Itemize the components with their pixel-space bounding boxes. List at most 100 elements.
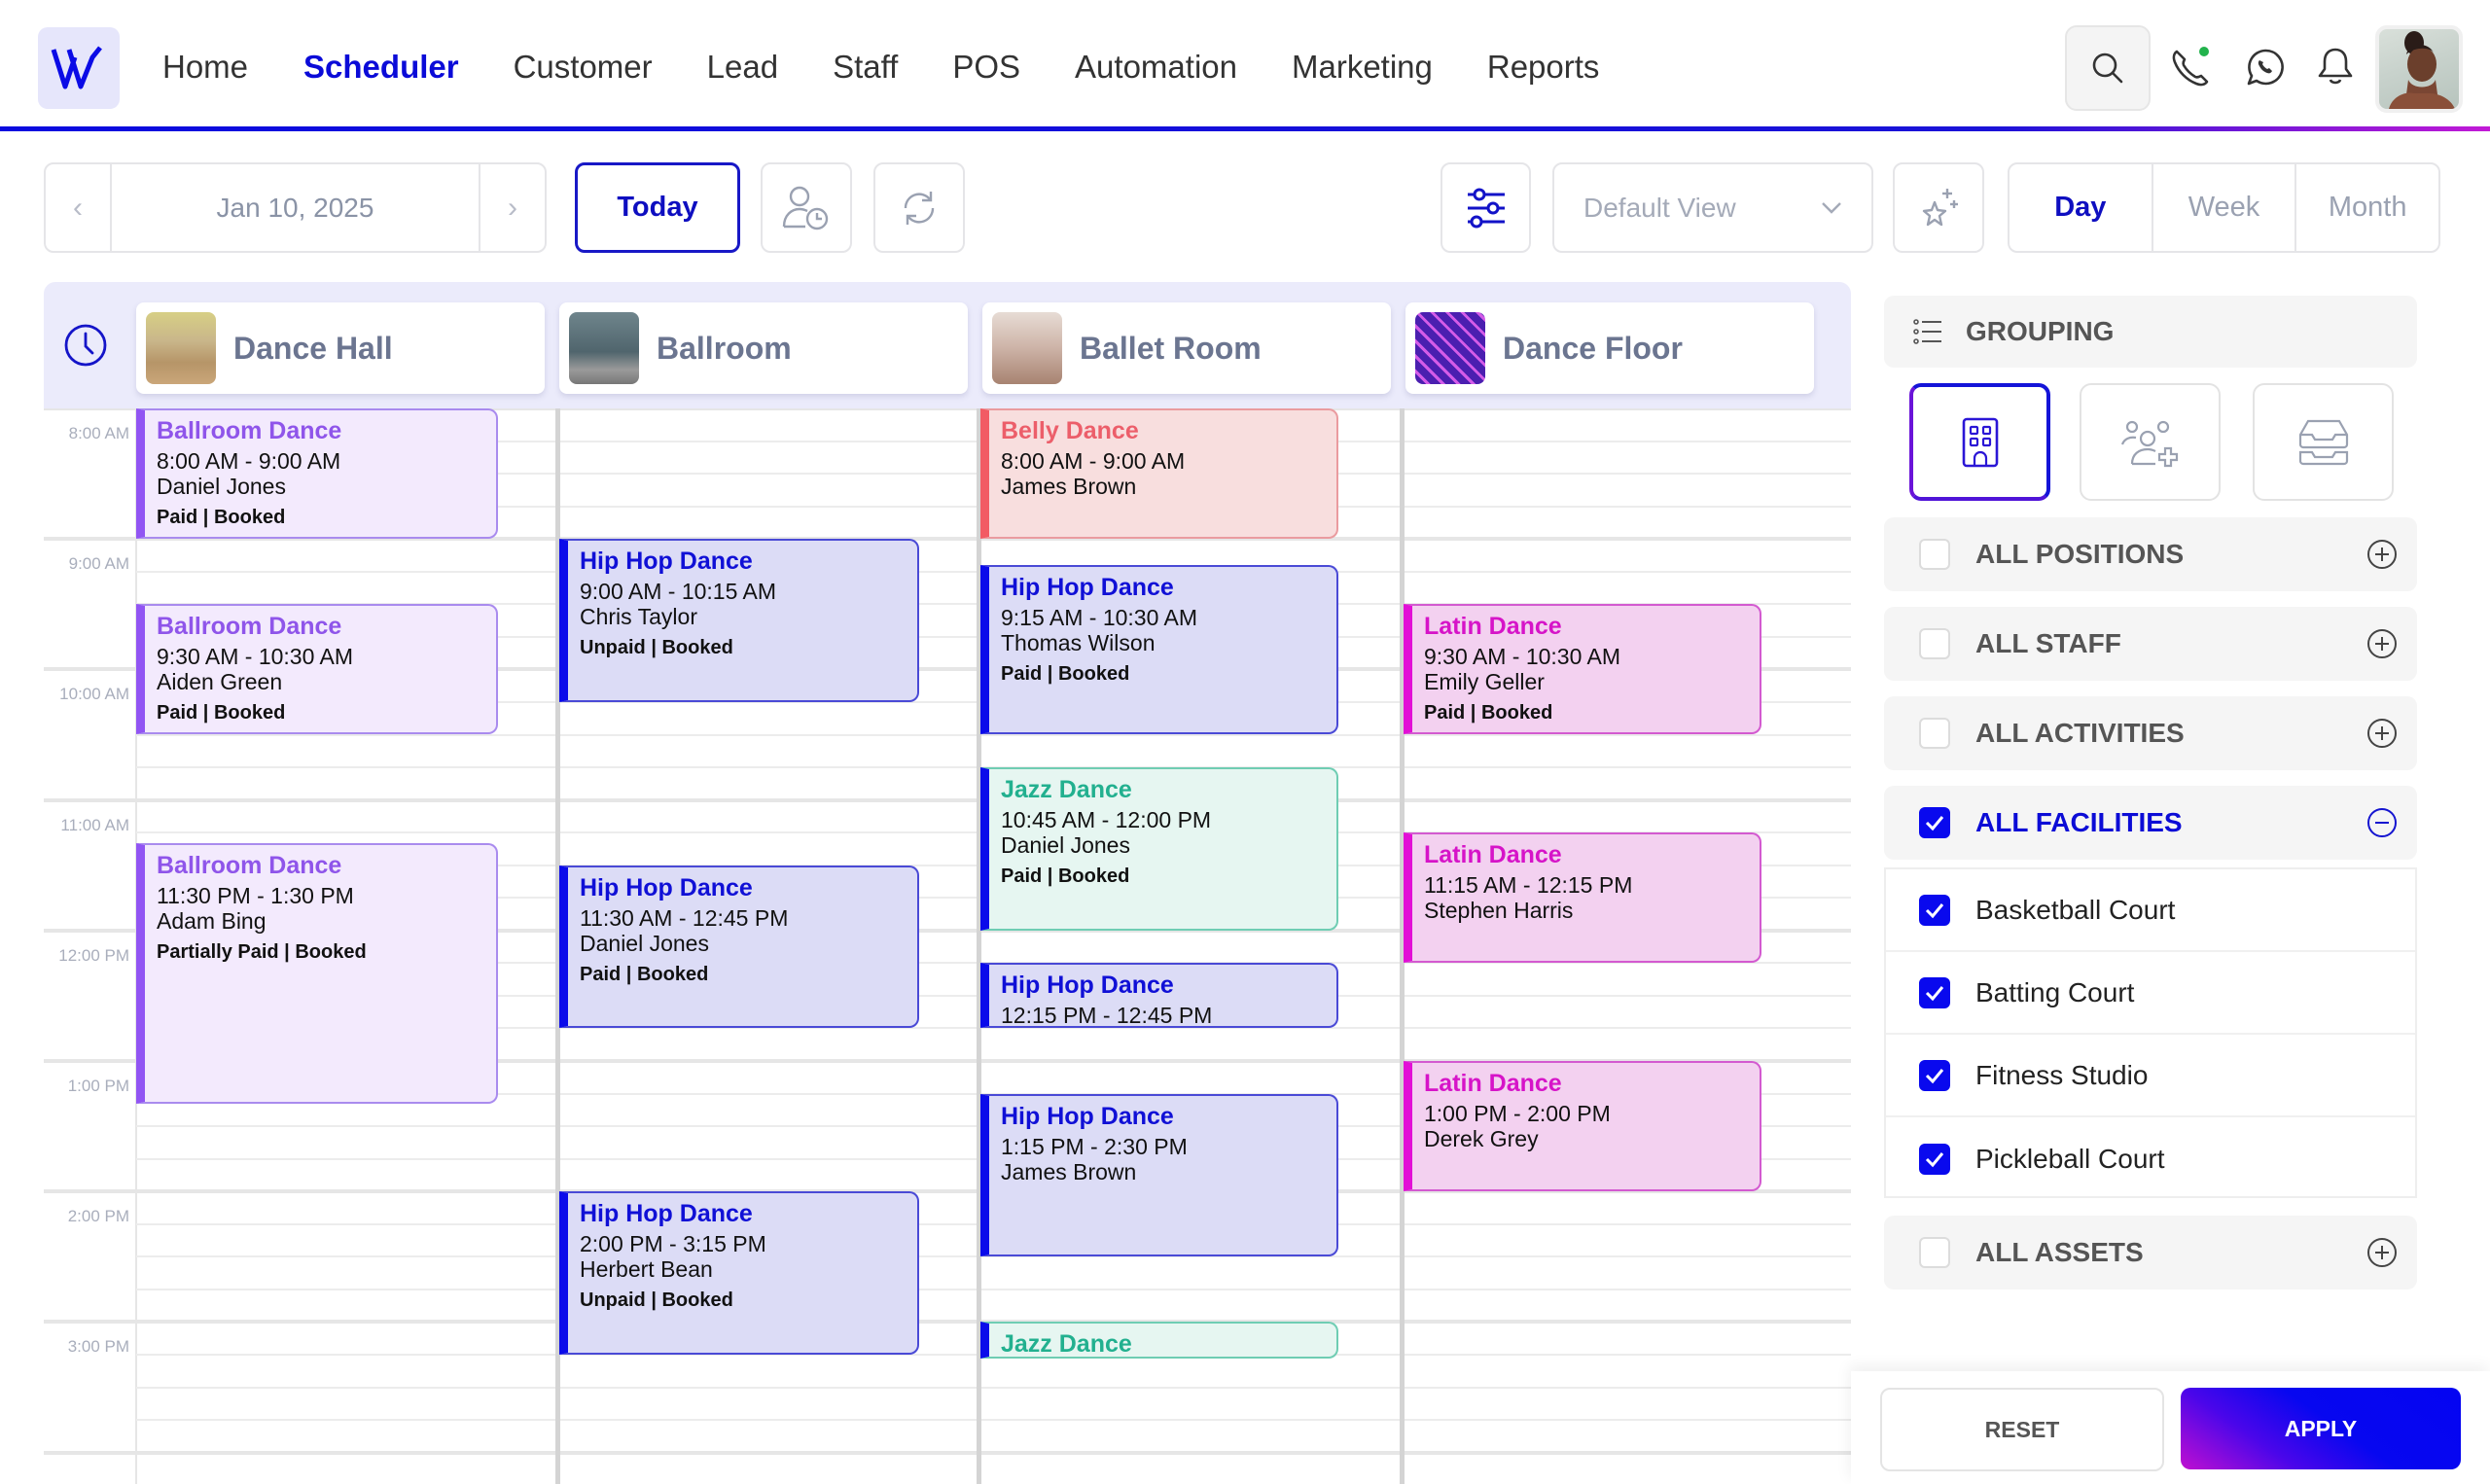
plus-circle-icon[interactable] [2366,718,2398,749]
app-logo[interactable] [38,27,120,109]
search-button[interactable] [2065,25,2151,111]
all-assets-checkbox[interactable] [1919,1237,1950,1268]
event-card[interactable]: Ballroom Dance 8:00 AM - 9:00 AM Daniel Jo… [136,408,498,540]
event-card[interactable]: Latin Dance 1:00 PM - 2:00 PM Derek Grey [1404,1061,1761,1192]
event-card[interactable]: Latin Dance 11:15 AM - 12:15 PM Stephen Ha… [1404,832,1761,964]
section-all-positions[interactable]: ALL POSITIONS [1884,517,2417,591]
facility-checkbox[interactable] [1919,976,1950,1008]
whatsapp-button[interactable] [2242,44,2289,90]
event-card[interactable]: Ballroom Dance 11:30 PM - 1:30 PM Adam Bin… [136,842,498,1105]
hour-line [44,1320,1851,1325]
phone-button[interactable] [2167,44,2214,90]
next-day-button[interactable]: › [480,164,545,251]
event-title: Latin Dance [1424,613,1562,641]
resource-card-ballet-room[interactable]: Ballet Room [982,302,1391,394]
view-month-tab[interactable]: Month [2294,164,2438,251]
resource-card-dance-hall[interactable]: Dance Hall [136,302,545,394]
refresh-button[interactable] [873,162,965,253]
section-label: ALL ASSETS [1975,1237,2144,1267]
schedule-grid[interactable]: 8:00 AM 9:00 AM 10:00 AM 11:00 AM 12:00 PM 1:… [44,408,1851,1484]
section-all-activities[interactable]: ALL ACTIVITIES [1884,696,2417,770]
notifications-button[interactable] [2312,44,2359,90]
event-status: Paid | Booked [157,507,286,528]
facility-item-batting-court[interactable]: Batting Court [1886,952,2415,1035]
group-by-facility-button[interactable] [1909,383,2050,501]
main-nav: Home Scheduler Customer Lead Staff POS A… [162,49,1654,86]
event-card[interactable]: Hip Hop Dance 1:15 PM - 2:30 PM James Brow… [980,1093,1338,1257]
nav-reports[interactable]: Reports [1487,49,1600,86]
all-positions-checkbox[interactable] [1919,539,1950,570]
event-card[interactable]: Jazz Dance [980,1322,1338,1359]
section-all-assets[interactable]: ALL ASSETS [1884,1216,2417,1290]
add-favorite-view-button[interactable] [1893,162,1984,253]
event-time: 11:15 AM - 12:15 PM [1424,872,1633,899]
section-all-facilities[interactable]: ALL FACILITIES [1884,786,2417,860]
event-time: 9:30 AM - 10:30 AM [157,644,354,670]
section-all-staff[interactable]: ALL STAFF [1884,607,2417,681]
group-by-staff-button[interactable] [2080,383,2221,501]
apply-button[interactable]: APPLY [2181,1388,2461,1469]
event-card[interactable]: Hip Hop Dance 9:00 AM - 10:15 AM Chris Tay… [559,539,919,702]
nav-automation[interactable]: Automation [1075,49,1237,86]
minus-circle-icon[interactable] [2366,807,2398,838]
chevron-right-icon: › [508,191,517,224]
hour-line [44,1450,1851,1455]
event-title: Hip Hop Dance [1001,972,1174,1000]
event-person: Chris Taylor [580,604,697,630]
event-card[interactable]: Hip Hop Dance 12:15 PM - 12:45 PM [980,963,1338,1029]
all-staff-checkbox[interactable] [1919,628,1950,659]
all-activities-checkbox[interactable] [1919,718,1950,749]
check-icon [1925,816,1944,831]
plus-circle-icon[interactable] [2366,539,2398,570]
event-card[interactable]: Belly Dance 8:00 AM - 9:00 AM James Brown [980,408,1338,540]
view-week-tab[interactable]: Week [2151,164,2295,251]
staff-availability-button[interactable] [761,162,852,253]
nav-pos[interactable]: POS [952,49,1020,86]
time-label: 9:00 AM [68,554,129,574]
nav-lead[interactable]: Lead [707,49,778,86]
event-time: 2:00 PM - 3:15 PM [580,1231,766,1257]
event-card[interactable]: Latin Dance 9:30 AM - 10:30 AM Emily Gelle… [1404,604,1761,735]
event-card[interactable]: Hip Hop Dance 11:30 AM - 12:45 PM Daniel J… [559,865,919,1029]
event-person: James Brown [1001,1158,1137,1184]
nav-home[interactable]: Home [162,49,248,86]
user-clock-icon [782,186,829,230]
event-card[interactable]: Jazz Dance 10:45 AM - 12:00 PM Daniel Jone… [980,767,1338,931]
facility-checkbox[interactable] [1919,1143,1950,1175]
user-avatar[interactable] [2375,25,2463,113]
facility-checkbox[interactable] [1919,1059,1950,1091]
plus-circle-icon[interactable] [2366,1237,2398,1268]
event-time: 11:30 AM - 12:45 PM [580,904,789,931]
saved-view-value: Default View [1583,192,1736,223]
facility-item-basketball-court[interactable]: Basketball Court [1886,869,2415,952]
nav-staff[interactable]: Staff [833,49,898,86]
phone-icon [2172,47,2209,87]
event-card[interactable]: Hip Hop Dance 2:00 PM - 3:15 PM Herbert Be… [559,1191,919,1355]
resource-name: Ballet Room [1080,330,1262,366]
resource-card-dance-floor[interactable]: Dance Floor [1405,302,1814,394]
prev-day-button[interactable]: ‹ [46,164,110,251]
resource-card-ballroom[interactable]: Ballroom [559,302,968,394]
view-day-tab[interactable]: Day [2010,164,2152,251]
all-facilities-checkbox[interactable] [1919,807,1950,838]
filter-button[interactable] [1441,162,1531,253]
event-card[interactable]: Ballroom Dance 9:30 AM - 10:30 AM Aiden Gr… [136,604,498,735]
plus-circle-icon[interactable] [2366,628,2398,659]
event-card[interactable]: Hip Hop Dance 9:15 AM - 10:30 AM Thomas Wi… [980,565,1338,735]
quarter-hour-line [136,1386,1851,1389]
event-status: Partially Paid | Booked [157,940,367,963]
today-button[interactable]: Today [575,162,740,253]
reset-button[interactable]: RESET [1880,1388,2164,1471]
saved-view-dropdown[interactable]: Default View [1552,162,1873,253]
group-by-asset-button[interactable] [2253,383,2394,501]
current-date[interactable]: Jan 10, 2025 [110,164,480,251]
nav-customer[interactable]: Customer [514,49,653,86]
event-status: Paid | Booked [157,702,286,724]
nav-scheduler[interactable]: Scheduler [303,49,459,86]
facility-checkbox[interactable] [1919,894,1950,926]
facility-item-pickleball-court[interactable]: Pickleball Court [1886,1117,2415,1200]
nav-marketing[interactable]: Marketing [1292,49,1433,86]
facility-item-fitness-studio[interactable]: Fitness Studio [1886,1035,2415,1117]
refresh-icon [904,191,935,225]
facility-label: Basketball Court [1975,894,2176,925]
